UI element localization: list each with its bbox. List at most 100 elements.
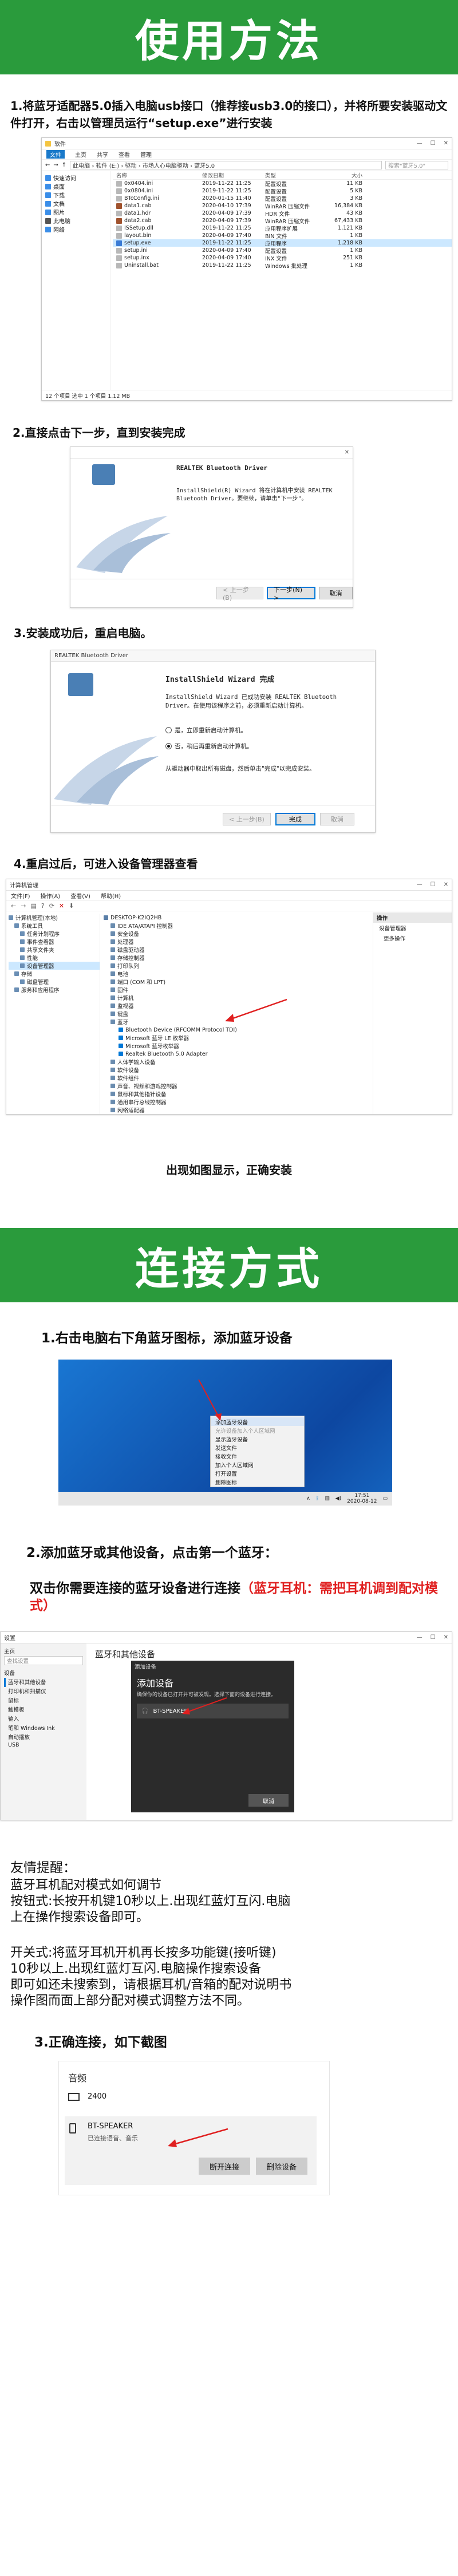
disconnect-button[interactable]: 断开连接 — [199, 2158, 250, 2175]
properties-icon[interactable]: ▤ — [30, 902, 36, 910]
bluetooth-device[interactable]: Realtek Bluetooth 5.0 Adapter — [104, 1050, 367, 1058]
audio-device-1[interactable]: 2400 — [68, 2092, 106, 2101]
file-row[interactable]: BTcConfig.ini 2020-01-15 11:40 配置设置 3 KB — [113, 195, 452, 203]
context-menu-item[interactable]: 删除图标 — [211, 1477, 304, 1486]
finish-button[interactable]: 完成 — [275, 813, 315, 825]
clock[interactable]: 17:51 2020-08-12 — [347, 1493, 377, 1504]
device-tree-root[interactable]: DESKTOP-K2IQ2HB — [104, 914, 367, 922]
sidebar-item[interactable]: 桌面 — [45, 182, 106, 191]
menu-item[interactable]: 帮助(H) — [101, 891, 121, 900]
file-row[interactable]: setup.inx 2020-04-09 17:40 INX 文件 251 KB — [113, 254, 452, 262]
column-header[interactable]: 大小 — [328, 171, 362, 179]
network-icon[interactable]: ▥ — [325, 1496, 330, 1502]
update-icon[interactable]: ⬇ — [69, 902, 74, 910]
bluetooth-device[interactable]: Microsoft 蓝牙枚举器 — [104, 1042, 367, 1050]
left-tree-item[interactable]: 设备管理器 — [9, 962, 100, 970]
sidebar-item[interactable]: 此电脑 — [45, 216, 106, 225]
device-category[interactable]: 人体学输入设备 — [104, 1058, 367, 1066]
file-row[interactable]: 0x0404.ini 2019-11-22 11:25 配置设置 11 KB — [113, 180, 452, 188]
forward-arrow-icon[interactable]: → — [21, 902, 26, 910]
restart-now-option[interactable]: 是，立即重新启动计算机。 — [165, 726, 247, 734]
minimize-icon[interactable]: — — [417, 140, 423, 147]
device-category[interactable]: 存储控制器 — [104, 954, 367, 962]
settings-sidebar-item[interactable]: 鼠标 — [4, 1696, 83, 1705]
device-category[interactable]: 系统设备 — [104, 1114, 367, 1115]
file-row[interactable]: setup.ini 2020-04-09 17:40 配置设置 1 KB — [113, 247, 452, 255]
menu-item[interactable]: 文件(F) — [11, 891, 30, 900]
column-header[interactable]: 类型 — [265, 171, 328, 179]
left-tree-item[interactable]: 存储 — [9, 970, 100, 978]
menu-item[interactable]: 查看(V) — [70, 891, 90, 900]
ribbon-tab[interactable]: 查看 — [119, 150, 130, 159]
device-category[interactable]: 处理器 — [104, 938, 367, 946]
file-row[interactable]: layout.bin 2020-04-09 17:40 BIN 文件 1 KB — [113, 232, 452, 240]
restart-later-option[interactable]: 否，稍后再重新启动计算机。 — [165, 742, 253, 750]
notification-icon[interactable]: ▭ — [382, 1496, 388, 1502]
forward-arrow-icon[interactable]: → — [53, 162, 58, 168]
back-button[interactable]: < 上一步(B) — [216, 586, 264, 602]
file-row[interactable]: Uninstall.bat 2019-11-22 11:25 Windows 批处理… — [113, 262, 452, 270]
close-icon[interactable]: ✕ — [444, 140, 448, 147]
ribbon-tab[interactable]: 主页 — [75, 150, 86, 159]
device-category[interactable]: 通用串行总线控制器 — [104, 1098, 367, 1106]
left-tree-item[interactable]: 事件查看器 — [9, 938, 100, 946]
search-input[interactable]: 搜索"蓝牙5.0" — [385, 161, 448, 169]
context-menu-item[interactable]: 接收文件 — [211, 1452, 304, 1460]
settings-sidebar-item[interactable]: 触摸板 — [4, 1705, 83, 1714]
next-button[interactable]: 下一步(N) > — [267, 586, 316, 602]
settings-sidebar-item[interactable]: USB — [4, 1742, 83, 1751]
cancel-button[interactable]: 取消 — [319, 813, 354, 825]
settings-sidebar-item[interactable]: 笔和 Windows Ink — [4, 1724, 83, 1733]
bluetooth-icon[interactable]: ᛒ — [316, 1496, 319, 1502]
action-more[interactable]: 更多操作 — [373, 933, 452, 943]
path-field[interactable]: 此电脑 › 软件 (E:) › 驱动 › 市场人心电脑驱动 › 蓝牙5.0 — [70, 161, 382, 169]
close-icon[interactable]: ✕ — [444, 1634, 448, 1641]
context-menu-item[interactable]: 显示蓝牙设备 — [211, 1435, 304, 1443]
close-icon[interactable]: ✕ — [345, 449, 349, 456]
cancel-button[interactable]: 取消 — [319, 587, 353, 599]
settings-sidebar-item[interactable]: 输入 — [4, 1714, 83, 1724]
sidebar-item[interactable]: 文档 — [45, 199, 106, 208]
device-category[interactable]: 打印队列 — [104, 962, 367, 970]
device-category[interactable]: 软件组件 — [104, 1074, 367, 1082]
scan-icon[interactable]: ⟳ — [49, 902, 54, 910]
file-row[interactable]: data1.hdr 2020-04-09 17:39 HDR 文件 43 KB — [113, 210, 452, 218]
minimize-icon[interactable]: — — [417, 1634, 423, 1641]
bluetooth-device[interactable]: Microsoft 蓝牙 LE 枚举器 — [104, 1034, 367, 1042]
sidebar-item[interactable]: 快速访问 — [45, 173, 106, 182]
sidebar-item[interactable]: 图片 — [45, 208, 106, 216]
device-category[interactable]: 端口 (COM 和 LPT) — [104, 978, 367, 986]
device-category[interactable]: 安全设备 — [104, 930, 367, 938]
file-row[interactable]: data2.cab 2020-04-09 17:39 WinRAR 压缩文件 67,4… — [113, 217, 452, 225]
column-header[interactable]: 修改日期 — [202, 171, 265, 179]
left-tree-item[interactable]: 计算机管理(本地) — [9, 914, 100, 922]
back-button[interactable]: < 上一步(B) — [223, 813, 271, 825]
back-arrow-icon[interactable]: ← — [11, 902, 16, 910]
remove-icon[interactable]: ✕ — [59, 902, 64, 910]
tray-chevron-icon[interactable]: ∧ — [306, 1496, 310, 1502]
maximize-icon[interactable]: ☐ — [431, 140, 436, 147]
action-device-manager[interactable]: 设备管理器 — [373, 923, 452, 933]
file-row[interactable]: data1.cab 2020-04-10 17:39 WinRAR 压缩文件 16,3… — [113, 202, 452, 210]
device-category[interactable]: 网络适配器 — [104, 1106, 367, 1114]
file-row[interactable]: setup.exe 2019-11-22 11:25 应用程序 1,218 KB — [113, 239, 452, 247]
left-tree-item[interactable]: 服务和应用程序 — [9, 986, 100, 994]
ribbon-tab[interactable]: 文件 — [46, 150, 65, 159]
sidebar-item[interactable]: 网络 — [45, 225, 106, 234]
settings-search-input[interactable]: 查找设置 — [4, 1656, 83, 1665]
up-arrow-icon[interactable]: ↑ — [62, 162, 66, 168]
left-tree-item[interactable]: 性能 — [9, 954, 100, 962]
device-category[interactable]: 声音、视频和游戏控制器 — [104, 1082, 367, 1090]
maximize-icon[interactable]: ☐ — [431, 882, 436, 888]
help-icon[interactable]: ? — [41, 902, 45, 910]
remove-device-button[interactable]: 删除设备 — [256, 2158, 307, 2175]
left-tree-item[interactable]: 系统工具 — [9, 922, 100, 930]
context-menu-item[interactable]: 发送文件 — [211, 1443, 304, 1452]
settings-sidebar-item[interactable]: 打印机和扫描仪 — [4, 1687, 83, 1696]
menu-item[interactable]: 操作(A) — [41, 891, 61, 900]
close-icon[interactable]: ✕ — [444, 882, 448, 888]
ribbon-tab[interactable]: 共享 — [97, 150, 108, 159]
device-category[interactable]: 磁盘驱动器 — [104, 946, 367, 954]
settings-home[interactable]: 主页 — [4, 1647, 83, 1656]
sidebar-item[interactable]: 下载 — [45, 191, 106, 199]
